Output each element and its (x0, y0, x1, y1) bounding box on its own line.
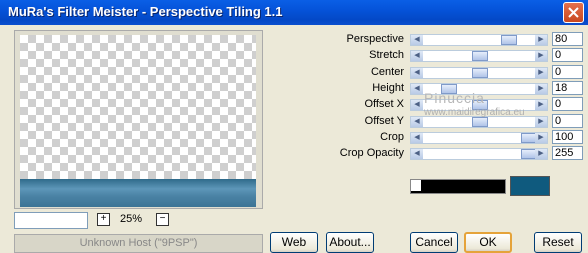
control-value-field[interactable]: 0 (552, 114, 583, 128)
slider-thumb[interactable] (472, 68, 488, 78)
status-bar: Unknown Host ("9PSP") (14, 234, 263, 253)
slider-left-arrow-icon[interactable]: ◀ (411, 84, 423, 94)
control-label: Offset Y (364, 115, 404, 127)
control-label: Height (372, 82, 404, 94)
close-icon (568, 7, 579, 18)
slider-left-arrow-icon[interactable]: ◀ (411, 35, 423, 45)
zoom-level: 25% (120, 213, 143, 225)
slider-right-arrow-icon[interactable]: ▶ (535, 133, 547, 143)
slider-right-arrow-icon[interactable]: ▶ (535, 51, 547, 61)
control-slider[interactable]: ◀ ▶ (410, 34, 548, 46)
slider-left-arrow-icon[interactable]: ◀ (411, 133, 423, 143)
control-slider[interactable]: ◀ ▶ (410, 50, 548, 62)
control-slider[interactable]: ◀ ▶ (410, 132, 548, 144)
slider-thumb[interactable] (472, 51, 488, 61)
color-gradient-bar[interactable] (410, 179, 506, 194)
control-value-field[interactable]: 255 (552, 146, 583, 160)
slider-right-arrow-icon[interactable]: ▶ (535, 100, 547, 110)
slider-left-arrow-icon[interactable]: ◀ (411, 51, 423, 61)
control-label: Offset X (364, 98, 404, 110)
filter-window: MuRa's Filter Meister - Perspective Tili… (0, 0, 588, 253)
window-title: MuRa's Filter Meister - Perspective Tili… (8, 4, 283, 19)
slider-thumb[interactable] (501, 35, 517, 45)
title-bar[interactable]: MuRa's Filter Meister - Perspective Tili… (0, 0, 588, 25)
zoom-in-button[interactable]: + (97, 213, 110, 226)
zoom-field[interactable] (14, 212, 88, 229)
color-marker (411, 180, 421, 191)
slider-right-arrow-icon[interactable]: ▶ (535, 117, 547, 127)
control-value-field[interactable]: 100 (552, 130, 583, 144)
watermark-url: www.maidiregrafica.eu (424, 107, 525, 118)
control-label: Stretch (369, 49, 404, 61)
slider-right-arrow-icon[interactable]: ▶ (535, 149, 547, 159)
slider-left-arrow-icon[interactable]: ◀ (411, 100, 423, 110)
slider-right-arrow-icon[interactable]: ▶ (535, 35, 547, 45)
control-value-field[interactable]: 18 (552, 81, 583, 95)
slider-left-arrow-icon[interactable]: ◀ (411, 117, 423, 127)
close-button[interactable] (563, 2, 584, 23)
about-button[interactable]: About... (326, 232, 374, 253)
web-button[interactable]: Web (270, 232, 318, 253)
control-slider[interactable]: ◀ ▶ (410, 67, 548, 79)
zoom-out-button[interactable]: − (156, 213, 169, 226)
control-label: Perspective (346, 33, 404, 45)
slider-right-arrow-icon[interactable]: ▶ (535, 68, 547, 78)
control-value-field[interactable]: 80 (552, 32, 583, 46)
slider-left-arrow-icon[interactable]: ◀ (411, 149, 423, 159)
slider-left-arrow-icon[interactable]: ◀ (411, 68, 423, 78)
preview-tiles (20, 179, 256, 207)
watermark-text: Pinuccia (424, 90, 485, 106)
cancel-button[interactable]: Cancel (410, 232, 458, 253)
control-label: Center (370, 66, 404, 78)
control-label: Crop (380, 131, 404, 143)
reset-button[interactable]: Reset (534, 232, 582, 253)
tile-color-swatch[interactable] (510, 176, 550, 196)
control-label: Crop Opacity (339, 147, 404, 159)
slider-thumb[interactable] (472, 117, 488, 127)
control-value-field[interactable]: 0 (552, 48, 583, 62)
slider-right-arrow-icon[interactable]: ▶ (535, 84, 547, 94)
control-value-field[interactable]: 0 (552, 97, 583, 111)
ok-button[interactable]: OK (464, 232, 512, 253)
control-slider[interactable]: ◀ ▶ (410, 148, 548, 160)
control-value-field[interactable]: 0 (552, 65, 583, 79)
